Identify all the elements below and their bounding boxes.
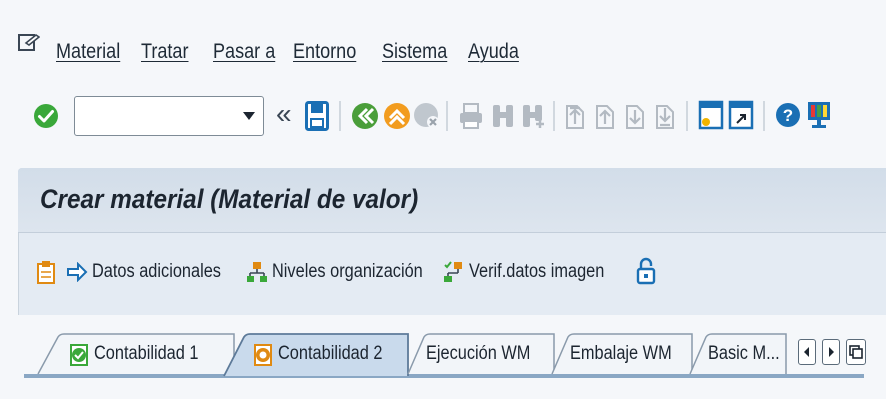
menu-material[interactable]: Material xyxy=(56,40,120,64)
cancel-icon[interactable] xyxy=(413,102,441,130)
tab-list-button[interactable] xyxy=(846,339,866,365)
print-icon xyxy=(460,103,482,129)
help-icon[interactable]: ? xyxy=(775,102,801,128)
menu-document-icon[interactable] xyxy=(18,33,40,53)
check-screen-data-label: Verif.datos imagen xyxy=(469,261,605,282)
menu-sistema[interactable]: Sistema xyxy=(382,40,447,64)
toolbar-separator xyxy=(553,101,555,131)
create-session-icon[interactable] xyxy=(698,100,724,130)
last-page-icon xyxy=(656,105,674,129)
additional-data-label: Datos adicionales xyxy=(92,261,221,282)
back-icon[interactable] xyxy=(351,102,379,130)
toolbar-separator xyxy=(339,101,341,131)
menu-entorno[interactable]: Entorno xyxy=(293,40,356,64)
command-field-input[interactable] xyxy=(75,97,251,135)
arrow-right-icon xyxy=(829,347,834,357)
customize-layout-icon[interactable] xyxy=(806,100,832,130)
check-screen-data-button[interactable]: Verif.datos imagen xyxy=(443,254,626,290)
tab-ejecucion-wm[interactable]: Ejecución WM xyxy=(406,333,556,375)
tab-label: Ejecución WM xyxy=(426,343,531,364)
save-icon[interactable] xyxy=(305,101,329,131)
org-hierarchy-icon xyxy=(247,262,267,282)
tab-contabilidad-1[interactable]: Contabilidad 1 xyxy=(36,333,236,375)
enter-checkmark-icon[interactable] xyxy=(33,103,59,129)
tab-current-icon xyxy=(254,344,272,366)
tab-label: Contabilidad 2 xyxy=(278,343,383,364)
tab-label: Basic M... xyxy=(708,343,780,364)
toolbar-separator xyxy=(763,101,765,131)
create-shortcut-icon[interactable] xyxy=(728,100,754,130)
svg-text:?: ? xyxy=(783,106,793,125)
menu-pasar-a[interactable]: Pasar a xyxy=(213,40,275,64)
toolbar-separator xyxy=(686,101,688,131)
clipboard-icon xyxy=(37,261,55,284)
command-field[interactable] xyxy=(74,96,264,136)
page-title: Crear material (Material de valor) xyxy=(40,184,419,214)
status-ok-icon xyxy=(70,344,88,366)
org-levels-button[interactable]: Niveles organización xyxy=(246,254,447,290)
tab-label: Embalaje WM xyxy=(570,343,672,364)
menu-ayuda[interactable]: Ayuda xyxy=(468,40,519,64)
next-page-icon xyxy=(626,105,644,129)
scroll-tabs-left-button[interactable] xyxy=(798,339,816,365)
previous-page-icon xyxy=(596,105,614,129)
lock-icon[interactable] xyxy=(636,256,656,286)
arrow-right-icon xyxy=(67,262,88,282)
scroll-tabs-right-button[interactable] xyxy=(822,339,840,365)
tab-list-icon xyxy=(849,345,863,359)
exit-icon[interactable] xyxy=(383,102,411,130)
find-next-icon xyxy=(523,105,544,128)
chevron-down-icon[interactable] xyxy=(243,111,255,121)
find-icon xyxy=(493,105,513,127)
tab-label: Contabilidad 1 xyxy=(94,343,199,364)
collapse-toolbar-button[interactable]: « xyxy=(276,98,292,130)
tab-basic-m[interactable]: Basic M... xyxy=(688,333,788,375)
arrow-left-icon xyxy=(804,347,809,357)
tab-contabilidad-2[interactable]: Contabilidad 2 xyxy=(222,333,412,377)
tab-embalaje-wm[interactable]: Embalaje WM xyxy=(550,333,694,375)
org-levels-label: Niveles organización xyxy=(272,261,423,282)
toolbar-separator xyxy=(446,101,448,131)
first-page-icon xyxy=(566,105,584,129)
menu-tratar[interactable]: Tratar xyxy=(141,40,189,64)
menu-bar: Material Tratar Pasar a Entorno Sistema … xyxy=(0,0,886,81)
additional-data-button[interactable]: Datos adicionales xyxy=(36,254,242,290)
check-hierarchy-icon xyxy=(444,261,462,282)
